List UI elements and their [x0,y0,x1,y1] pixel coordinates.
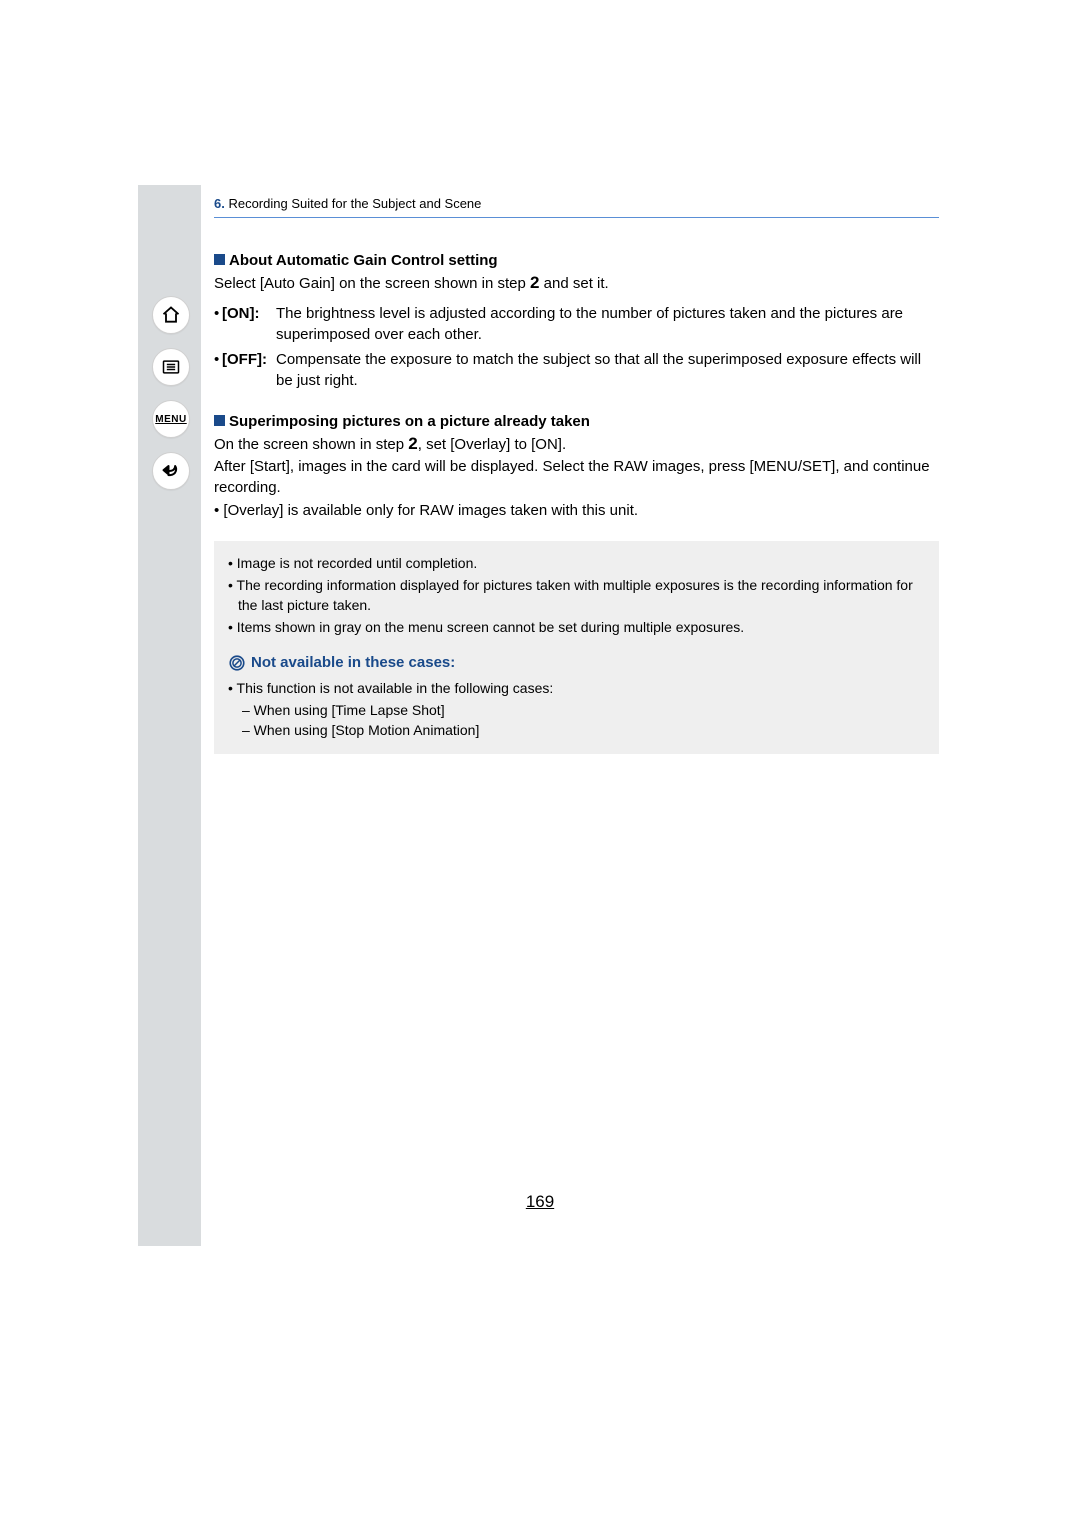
square-bullet-icon [214,254,225,265]
option-off: • [OFF]: Compensate the exposure to matc… [214,349,939,391]
menu-label: MENU [155,414,186,425]
na-item: – When using [Time Lapse Shot] [242,700,925,720]
prohibit-icon [228,654,246,672]
back-button[interactable] [152,452,190,490]
section1-heading: About Automatic Gain Control setting [214,252,939,269]
home-button[interactable] [152,296,190,334]
section2-line2: After [Start], images in the card will b… [214,456,939,498]
page-content: 6. Recording Suited for the Subject and … [214,196,939,754]
breadcrumb: 6. Recording Suited for the Subject and … [214,196,939,218]
na-item: – When using [Stop Motion Animation] [242,720,925,740]
note-box: • Image is not recorded until completion… [214,541,939,755]
section1-intro: Select [Auto Gain] on the screen shown i… [214,271,939,295]
chapter-title: Recording Suited for the Subject and Sce… [225,196,482,211]
page-number[interactable]: 169 [0,1192,1080,1212]
option-on: • [ON]: The brightness level is adjusted… [214,303,939,345]
list-icon [161,357,181,377]
sidebar [138,185,201,1246]
section2-bullet: • [Overlay] is available only for RAW im… [214,500,939,521]
section2-heading: Superimposing pictures on a picture alre… [214,413,939,430]
menu-button[interactable]: MENU [152,400,190,438]
na-intro: • This function is not available in the … [228,678,925,698]
square-bullet-icon [214,415,225,426]
chapter-number: 6. [214,196,225,211]
back-arrow-icon [161,461,181,481]
not-available-heading: Not available in these cases: [228,652,925,674]
note-item: • Items shown in gray on the menu screen… [228,617,925,637]
home-icon [161,305,181,325]
note-item: • Image is not recorded until completion… [228,553,925,573]
note-item: • The recording information displayed fo… [228,575,925,616]
section2-line1: On the screen shown in step 2, set [Over… [214,432,939,456]
toc-button[interactable] [152,348,190,386]
